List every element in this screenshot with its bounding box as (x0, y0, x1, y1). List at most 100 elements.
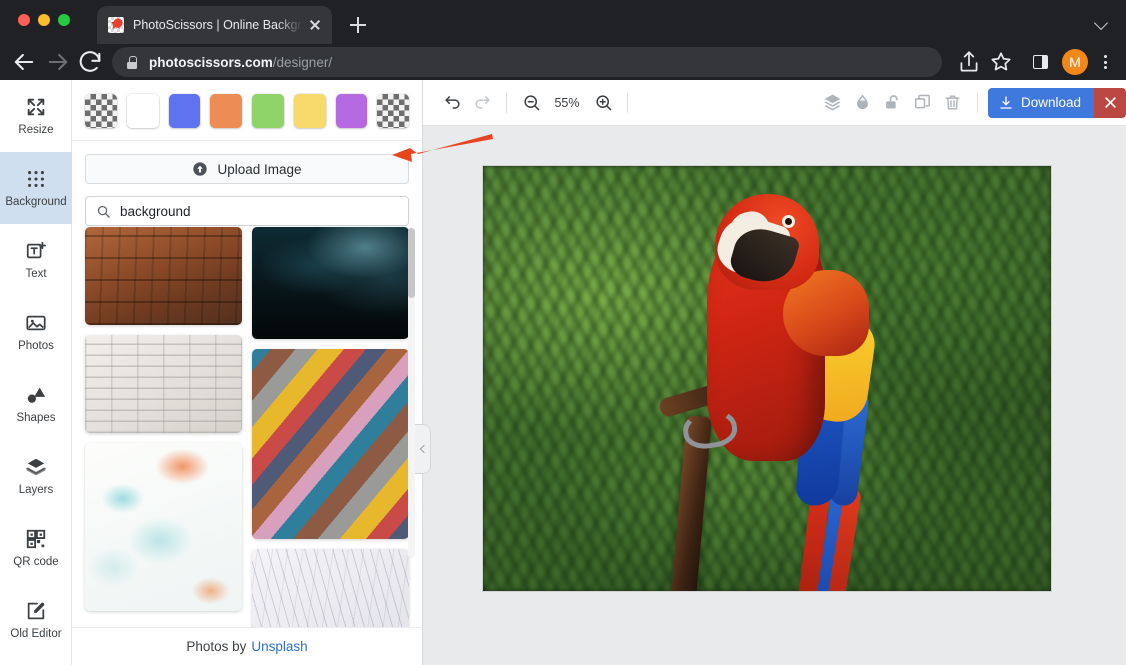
back-arrow-icon[interactable] (10, 48, 38, 76)
browser-tab[interactable]: PhotoScissors | Online Backgro (97, 6, 332, 44)
swatch-yellow[interactable] (294, 94, 326, 128)
duplicate-button[interactable] (908, 88, 938, 118)
swatch-purple[interactable] (336, 94, 368, 128)
zoom-level: 55% (546, 96, 588, 110)
redo-button[interactable] (467, 88, 497, 118)
thumbnail-column-right (252, 227, 409, 627)
delete-button[interactable] (938, 88, 968, 118)
redo-icon (473, 93, 492, 112)
close-editor-button[interactable] (1094, 88, 1126, 118)
photoscissors-favicon-icon (108, 17, 124, 33)
sidebar-item-background[interactable]: Background (0, 152, 72, 224)
swatch-blue[interactable] (169, 94, 201, 128)
background-thumbnail-grid (72, 219, 422, 627)
thumbnail-wavy-lines[interactable] (252, 549, 409, 627)
tool-rail: Resize Background Text Pho (0, 80, 72, 665)
sidebar-item-photos[interactable]: Photos (0, 296, 72, 368)
swatch-green[interactable] (252, 94, 284, 128)
reload-icon[interactable] (76, 48, 104, 76)
window-traffic-lights (18, 14, 70, 26)
sidebar-item-shapes[interactable]: Shapes (0, 368, 72, 440)
canvas-viewport[interactable] (423, 126, 1126, 665)
layers-icon (823, 93, 842, 112)
swatch-transparent[interactable] (85, 94, 117, 128)
layers-button[interactable] (818, 88, 848, 118)
avatar[interactable]: M (1062, 49, 1088, 75)
edit-pencil-icon (25, 600, 47, 622)
background-panel: Upload Image (72, 80, 423, 665)
search-input[interactable] (120, 204, 398, 219)
download-label: Download (1021, 95, 1081, 110)
layers-icon (25, 456, 47, 478)
qr-code-icon (25, 528, 47, 550)
droplet-icon (853, 93, 872, 112)
browser-navbar: photoscissors.com/designer/ M (0, 44, 1126, 80)
tab-strip: PhotoScissors | Online Backgro (0, 0, 1126, 44)
sidebar-item-label: QR code (13, 557, 58, 569)
sidebar-item-resize[interactable]: Resize (0, 80, 72, 152)
toolbar-separator (627, 93, 628, 113)
lock-icon (126, 55, 138, 69)
photos-credit-text: Photos by (186, 639, 246, 654)
toolbar-separator (977, 93, 978, 113)
unsplash-link[interactable]: Unsplash (251, 639, 307, 654)
url-path: /designer/ (273, 55, 332, 70)
kebab-menu-icon[interactable] (1094, 49, 1116, 75)
zoom-in-button[interactable] (588, 88, 618, 118)
address-bar[interactable]: photoscissors.com/designer/ (112, 47, 942, 77)
swatch-white[interactable] (127, 94, 159, 128)
shapes-icon (25, 384, 47, 406)
opacity-button[interactable] (848, 88, 878, 118)
lock-button[interactable] (878, 88, 908, 118)
canvas-image-scarlet-macaw[interactable] (482, 165, 1052, 592)
red-arrow-annotation (388, 128, 496, 172)
swatch-orange[interactable] (210, 94, 242, 128)
swatch-custom-picker[interactable] (377, 94, 409, 128)
zoom-out-button[interactable] (516, 88, 546, 118)
thumbnail-colorful-diagonal-planks[interactable] (252, 349, 409, 539)
sidebar-item-label: Background (5, 197, 66, 209)
thumbnail-wood-planks[interactable] (85, 227, 242, 325)
undo-button[interactable] (437, 88, 467, 118)
minimize-window-button[interactable] (38, 14, 50, 26)
new-tab-button[interactable] (345, 12, 371, 38)
sidebar-item-text[interactable]: Text (0, 224, 72, 296)
zoom-in-icon (594, 93, 613, 112)
thumbnail-white-brick-wall[interactable] (85, 335, 242, 433)
panel-collapse-handle[interactable] (415, 424, 431, 474)
zoom-out-icon (522, 93, 541, 112)
unlock-icon (883, 93, 902, 112)
forward-arrow-icon[interactable] (44, 48, 72, 76)
sidebar-item-label: Old Editor (10, 629, 61, 641)
thumbnail-dark-clouds[interactable] (252, 227, 409, 339)
thumbnail-marble-ink-swirl[interactable] (85, 443, 242, 611)
star-icon[interactable] (988, 49, 1014, 75)
sidebar-item-label: Photos (18, 341, 54, 353)
undo-icon (443, 93, 462, 112)
close-tab-icon[interactable] (306, 16, 324, 34)
tab-title: PhotoScissors | Online Backgro (133, 18, 304, 32)
upload-image-button[interactable]: Upload Image (85, 154, 409, 184)
trash-icon (943, 93, 962, 112)
download-button[interactable]: Download (988, 88, 1094, 118)
resize-icon (25, 96, 47, 118)
download-icon (998, 95, 1014, 111)
sidebar-item-label: Resize (18, 125, 53, 137)
share-icon[interactable] (956, 49, 982, 75)
sidebar-item-layers[interactable]: Layers (0, 440, 72, 512)
toolbar-separator (506, 93, 507, 113)
url-host: photoscissors.com (149, 55, 273, 70)
panel-scrollbar[interactable] (408, 228, 415, 558)
add-text-icon (25, 240, 47, 262)
macaw-eye (785, 218, 792, 225)
search-icon (96, 204, 111, 219)
url-text: photoscissors.com/designer/ (149, 55, 332, 70)
sidebar-item-old-editor[interactable]: Old Editor (0, 584, 72, 656)
chevron-down-icon[interactable] (1094, 14, 1110, 30)
side-panel-icon[interactable] (1028, 49, 1054, 75)
panel-footer: Photos by Unsplash (72, 627, 422, 665)
close-window-button[interactable] (18, 14, 30, 26)
scrollbar-thumb[interactable] (408, 228, 415, 298)
sidebar-item-qr-code[interactable]: QR code (0, 512, 72, 584)
maximize-window-button[interactable] (58, 14, 70, 26)
